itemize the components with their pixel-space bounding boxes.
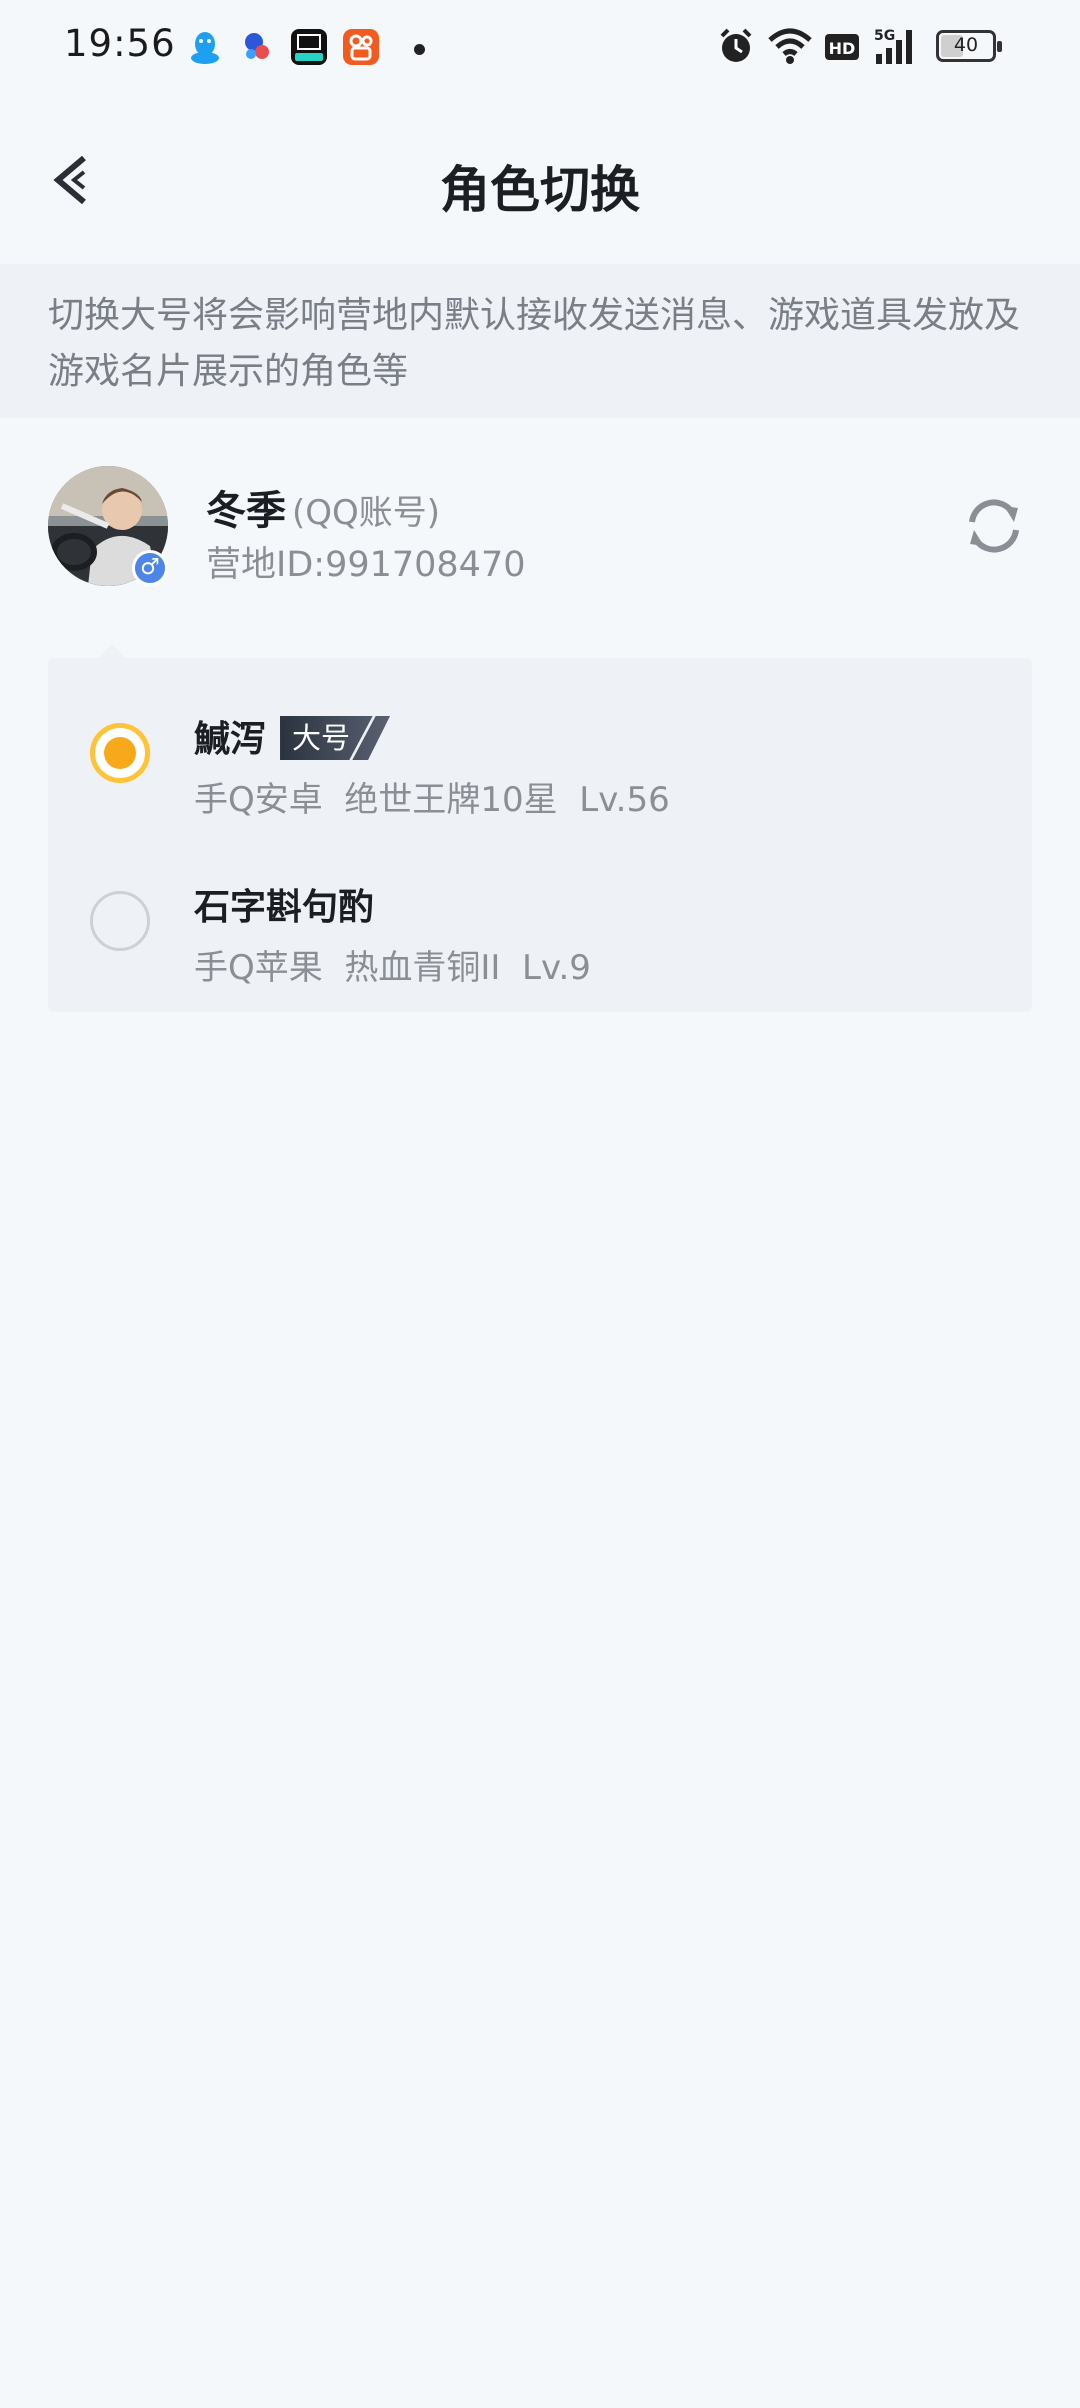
status-bar: 19:56 HD 5G 40 (0, 0, 1080, 96)
alarm-icon (720, 28, 752, 62)
role-name-line: 鰔泻 大号 (194, 710, 390, 762)
kuaishou-icon (343, 29, 379, 65)
header: 角色切换 (0, 100, 1080, 262)
radio-unselected[interactable] (90, 891, 150, 951)
notification-dot (414, 44, 425, 55)
battery-indicator: 40 (936, 30, 1002, 62)
video-app-icon (291, 29, 327, 65)
role-info: 手Q安卓 绝世王牌10星 Lv.56 (194, 780, 670, 820)
role-name: 石字斟句酌 (194, 887, 375, 928)
role-list: 鰔泻 大号 手Q安卓 绝世王牌10星 Lv.56 石字斟句酌 手Q苹果 热血青铜I… (48, 644, 1032, 1012)
account-name: 冬季 (206, 488, 286, 534)
status-time: 19:56 (64, 22, 176, 65)
wifi-icon (768, 28, 812, 64)
qq-icon (191, 32, 219, 64)
page-title: 角色切换 (440, 161, 640, 219)
account-type: (QQ账号) (292, 493, 441, 533)
5g-signal-icon: 5G (874, 28, 912, 64)
app-icon (245, 33, 269, 59)
role-item-selected[interactable]: 鰔泻 大号 手Q安卓 绝世王牌10星 Lv.56 (48, 668, 1032, 836)
radio-selected[interactable] (90, 723, 150, 783)
gender-male-badge: ♂ (132, 550, 168, 586)
notice-banner: 切换大号将会影响营地内默认接收发送消息、游戏道具发放及游戏名片展示的角色等 (0, 264, 1080, 418)
account-id: 营地ID:991708470 (206, 545, 526, 585)
refresh-icon[interactable] (960, 492, 1028, 560)
svg-text:HD: HD (829, 39, 856, 58)
role-item[interactable]: 石字斟句酌 手Q苹果 热血青铜II Lv.9 (48, 836, 1032, 1004)
main-account-badge: 大号 (280, 716, 390, 760)
battery-level: 40 (953, 34, 979, 56)
hd-icon: HD (825, 34, 859, 60)
svg-text:5G: 5G (874, 28, 895, 44)
role-info: 手Q苹果 热血青铜II Lv.9 (194, 948, 591, 988)
role-name: 鰔泻 (194, 719, 267, 760)
account-name-line: 冬季 (QQ账号) (206, 478, 440, 536)
account-row: ♂ 冬季 (QQ账号) 营地ID:991708470 (0, 440, 1080, 600)
notice-text: 切换大号将会影响营地内默认接收发送消息、游戏道具发放及游戏名片展示的角色等 (48, 295, 1021, 392)
